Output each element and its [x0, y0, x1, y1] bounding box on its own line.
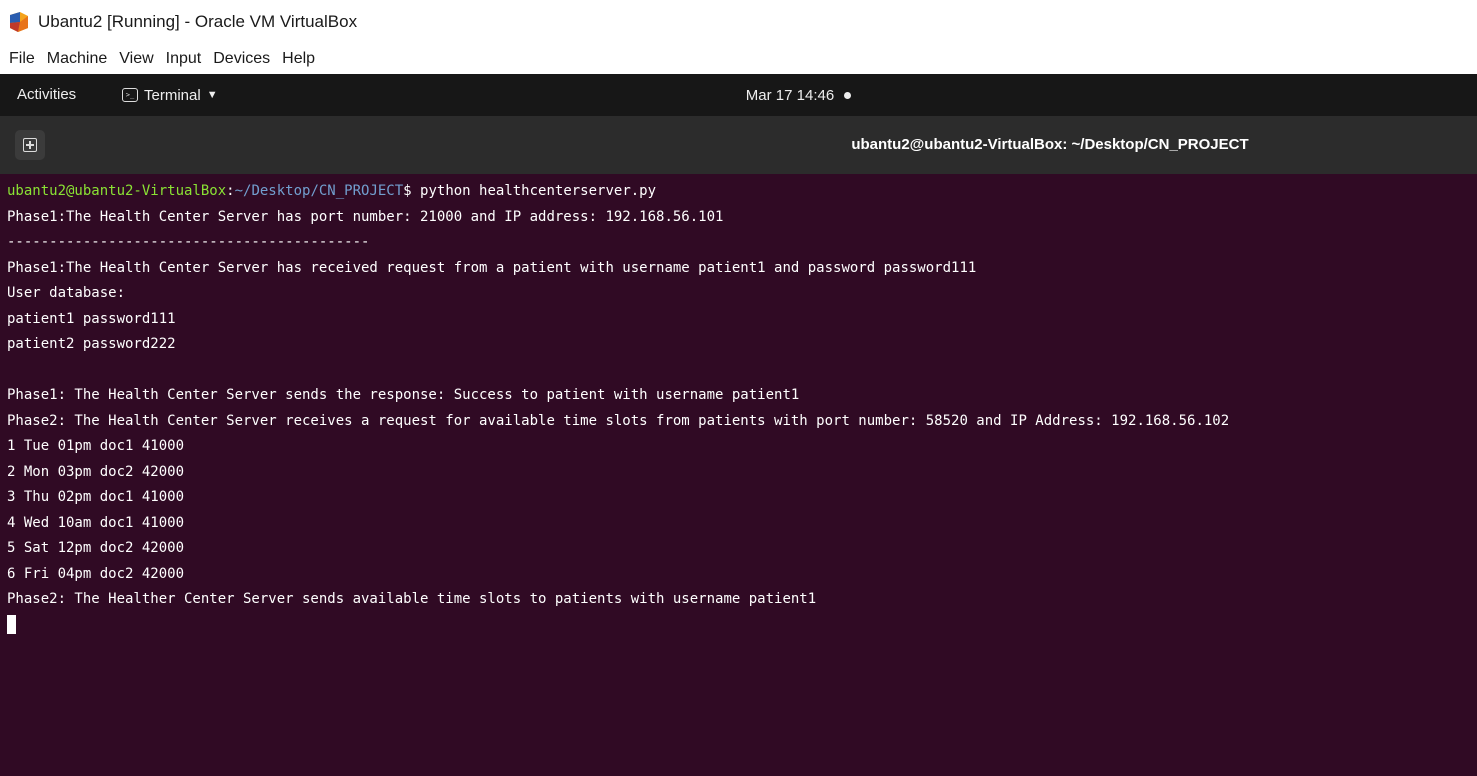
new-tab-button[interactable] — [15, 130, 45, 160]
output-line: patient2 password222 — [7, 336, 176, 352]
terminal-body[interactable]: ubantu2@ubantu2-VirtualBox:~/Desktop/CN_… — [0, 174, 1477, 776]
output-line: 4 Wed 10am doc1 41000 — [7, 514, 185, 531]
terminal-headerbar: ubantu2@ubantu2-VirtualBox: ~/Desktop/CN… — [0, 116, 1477, 174]
output-line: User database: — [7, 285, 126, 301]
menu-machine[interactable]: Machine — [41, 50, 113, 68]
clock[interactable]: Mar 17 14:46 — [0, 74, 1477, 116]
menu-devices[interactable]: Devices — [207, 50, 276, 68]
output-line: Phase2: The Health Center Server receive… — [7, 412, 1230, 429]
prompt-line: ubantu2@ubantu2-VirtualBox:~/Desktop/CN_… — [7, 179, 1477, 205]
output-line: Phase1:The Health Center Server has port… — [7, 208, 724, 225]
output-line: 2 Mon 03pm doc2 42000 — [7, 463, 185, 480]
new-tab-icon — [23, 138, 37, 152]
activities-button[interactable]: Activities — [17, 74, 76, 116]
menu-input[interactable]: Input — [160, 50, 208, 68]
notification-dot-icon — [844, 91, 852, 99]
prompt-user-host: ubantu2@ubantu2-VirtualBox — [7, 183, 227, 199]
vbox-titlebar: Ubantu2 [Running] - Oracle VM VirtualBox — [0, 0, 1477, 44]
output-line: 1 Tue 01pm doc1 41000 — [7, 438, 185, 454]
terminal-title: ubantu2@ubantu2-VirtualBox: ~/Desktop/CN… — [851, 136, 1249, 153]
prompt-command: python healthcenterserver.py — [420, 183, 657, 199]
output-line: Phase1: The Health Center Server sends t… — [7, 387, 800, 403]
output-line: 5 Sat 12pm doc2 42000 — [7, 540, 185, 556]
output-line: 3 Thu 02pm doc1 41000 — [7, 489, 185, 505]
menu-view[interactable]: View — [113, 50, 159, 68]
app-menu-terminal[interactable]: >_ Terminal ▼ — [122, 74, 218, 116]
output-line: 6 Fri 04pm doc2 42000 — [7, 565, 185, 582]
prompt-separator: : — [226, 183, 235, 199]
output-line: ----------------------------------------… — [7, 234, 370, 250]
output-line: patient1 password111 — [7, 310, 176, 327]
output-line: Phase1:The Health Center Server has rece… — [7, 259, 977, 276]
terminal-cursor — [7, 615, 16, 634]
window-title: Ubantu2 [Running] - Oracle VM VirtualBox — [38, 12, 358, 31]
terminal-icon: >_ — [122, 88, 138, 102]
prompt-symbol: $ — [403, 183, 421, 199]
prompt-path: ~/Desktop/CN_PROJECT — [234, 183, 404, 199]
virtualbox-icon — [10, 12, 28, 32]
output-line: Phase2: The Healther Center Server sends… — [7, 591, 817, 607]
cursor-line — [7, 613, 1477, 639]
app-menu-label: Terminal — [144, 86, 201, 104]
menu-help[interactable]: Help — [276, 50, 321, 68]
vbox-menubar: File Machine View Input Devices Help — [0, 44, 1477, 74]
caret-down-icon: ▼ — [206, 89, 218, 101]
menu-file[interactable]: File — [0, 50, 41, 68]
clock-label: Mar 17 14:46 — [745, 86, 835, 104]
gnome-topbar: Mar 17 14:46 Activities >_ Terminal ▼ — [0, 74, 1477, 116]
